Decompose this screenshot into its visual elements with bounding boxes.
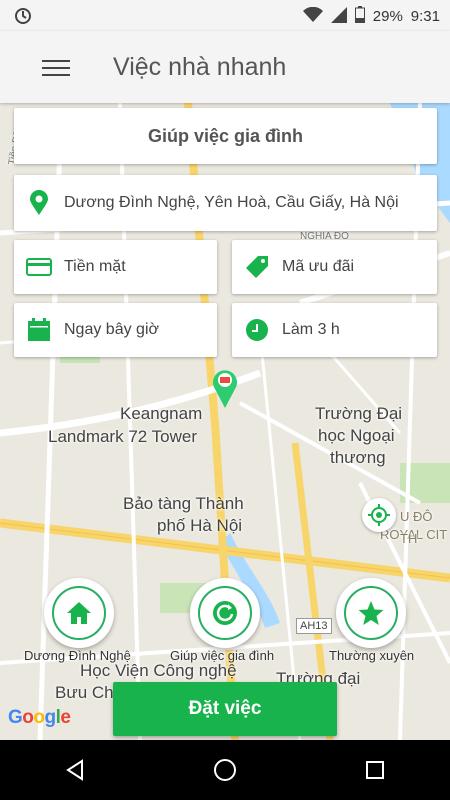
repeat-service-button[interactable]	[190, 578, 260, 648]
battery-percent: 29%	[372, 8, 403, 25]
time-value: Ngay bây giờ	[64, 321, 159, 338]
location-pin-icon	[210, 367, 240, 414]
map-label: Trường Đại	[315, 404, 403, 423]
clock-icon	[244, 317, 270, 343]
home-nav-button[interactable]	[195, 740, 255, 800]
promo-code-field[interactable]: Mã ưu đãi	[232, 240, 437, 294]
refresh-icon	[213, 601, 237, 625]
address-field[interactable]: Dương Đình Nghệ, Yên Hoà, Cầu Giấy, Hà N…	[14, 175, 437, 231]
star-icon	[358, 601, 384, 625]
recents-square-icon	[366, 761, 384, 779]
shortcut-label: Thường xuyên	[329, 648, 415, 663]
map-label: U ĐÔ TH	[400, 509, 433, 546]
map-label: phố Hà Nội	[157, 516, 243, 535]
home-shortcut-button[interactable]	[44, 578, 114, 648]
page-title: Việc nhà nhanh	[113, 53, 287, 81]
map-label: thương	[330, 448, 386, 467]
road-shield: AH13	[296, 618, 332, 634]
sync-icon	[14, 7, 32, 29]
signal-icon	[330, 6, 347, 27]
google-logo: Google	[8, 707, 71, 728]
wifi-icon	[302, 6, 323, 27]
map-label: Học Viện Công nghệ	[80, 661, 237, 680]
map-label: Keangnam	[120, 404, 203, 423]
order-button[interactable]: Đặt việc	[113, 682, 337, 736]
shortcut-label: Dương Đình Nghệ	[24, 648, 131, 663]
menu-button[interactable]	[42, 55, 70, 79]
clock: 9:31	[410, 8, 440, 25]
home-circle-icon	[214, 759, 236, 781]
crosshair-icon	[368, 504, 390, 526]
payment-method-value: Tiền mặt	[64, 258, 126, 275]
recents-button[interactable]	[345, 740, 405, 800]
tag-icon	[244, 254, 270, 280]
calendar-icon	[26, 317, 52, 343]
map-label: Bảo tàng Thành	[123, 494, 244, 513]
time-field[interactable]: Ngay bây giờ	[14, 303, 217, 357]
credit-card-icon	[26, 254, 52, 280]
promo-code-value: Mã ưu đãi	[282, 258, 355, 275]
map-label: Bưu Ch	[55, 683, 114, 702]
back-triangle-icon	[66, 759, 83, 781]
shortcut-label: Giúp việc gia đình	[170, 648, 275, 663]
address-value: Dương Đình Nghệ, Yên Hoà, Cầu Giấy, Hà N…	[64, 194, 399, 211]
map-label: học Ngoại	[318, 426, 395, 445]
location-marker-icon	[26, 190, 52, 216]
battery-icon	[354, 6, 365, 27]
duration-field[interactable]: Làm 3 h	[232, 303, 437, 357]
service-selector[interactable]: Giúp việc gia đình	[14, 108, 437, 164]
duration-value: Làm 3 h	[282, 321, 340, 338]
app-bar: Việc nhà nhanh	[0, 31, 450, 103]
my-location-button[interactable]	[362, 498, 396, 532]
frequent-shortcut-button[interactable]	[336, 578, 406, 648]
payment-method-field[interactable]: Tiền mặt	[14, 240, 217, 294]
service-label: Giúp việc gia đình	[147, 125, 304, 146]
back-button[interactable]	[45, 740, 105, 800]
map-label: Landmark 72 Tower	[48, 427, 197, 446]
status-bar: 29% 9:31	[0, 0, 450, 31]
navigation-bar	[0, 740, 450, 800]
home-icon	[67, 602, 91, 624]
